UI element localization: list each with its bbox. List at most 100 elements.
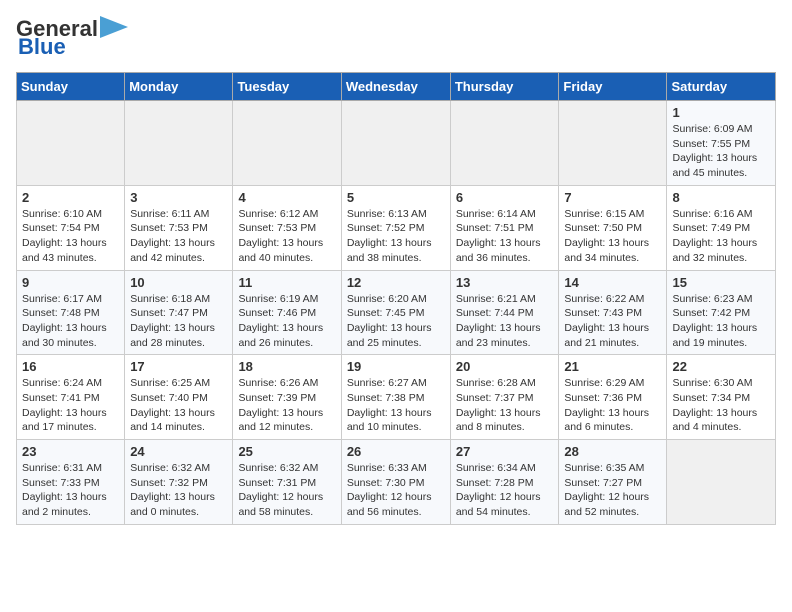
day-number: 22 bbox=[672, 359, 770, 374]
calendar-week-5: 23 Sunrise: 6:31 AM Sunset: 7:33 PM Dayli… bbox=[17, 440, 776, 525]
day-info: Sunrise: 6:27 AM Sunset: 7:38 PM Dayligh… bbox=[347, 376, 445, 435]
calendar-cell: 11 Sunrise: 6:19 AM Sunset: 7:46 PM Dayli… bbox=[233, 270, 341, 355]
calendar-cell: 26 Sunrise: 6:33 AM Sunset: 7:30 PM Dayli… bbox=[341, 440, 450, 525]
calendar-cell: 2Sunrise: 6:10 AM Sunset: 7:54 PM Daylig… bbox=[17, 185, 125, 270]
calendar-cell bbox=[667, 440, 776, 525]
day-number: 20 bbox=[456, 359, 554, 374]
page-header: General Blue bbox=[16, 16, 776, 60]
calendar-week-3: 9 Sunrise: 6:17 AM Sunset: 7:48 PM Daylig… bbox=[17, 270, 776, 355]
day-info: Sunrise: 6:33 AM Sunset: 7:30 PM Dayligh… bbox=[347, 461, 445, 520]
day-header-tuesday: Tuesday bbox=[233, 73, 341, 101]
day-header-thursday: Thursday bbox=[450, 73, 559, 101]
day-info: Sunrise: 6:22 AM Sunset: 7:43 PM Dayligh… bbox=[564, 292, 661, 351]
calendar-cell bbox=[17, 101, 125, 186]
day-number: 28 bbox=[564, 444, 661, 459]
calendar-cell bbox=[341, 101, 450, 186]
calendar-cell: 6 Sunrise: 6:14 AM Sunset: 7:51 PM Daylig… bbox=[450, 185, 559, 270]
calendar-cell: 1 Sunrise: 6:09 AM Sunset: 7:55 PM Daylig… bbox=[667, 101, 776, 186]
calendar-cell: 22 Sunrise: 6:30 AM Sunset: 7:34 PM Dayli… bbox=[667, 355, 776, 440]
logo: General Blue bbox=[16, 16, 128, 60]
calendar-cell: 4Sunrise: 6:12 AM Sunset: 7:53 PM Daylig… bbox=[233, 185, 341, 270]
day-info: Sunrise: 6:11 AM Sunset: 7:53 PM Dayligh… bbox=[130, 207, 227, 266]
day-number: 6 bbox=[456, 190, 554, 205]
day-number: 21 bbox=[564, 359, 661, 374]
day-info: Sunrise: 6:17 AM Sunset: 7:48 PM Dayligh… bbox=[22, 292, 119, 351]
calendar-cell: 28 Sunrise: 6:35 AM Sunset: 7:27 PM Dayli… bbox=[559, 440, 667, 525]
calendar-cell: 19 Sunrise: 6:27 AM Sunset: 7:38 PM Dayli… bbox=[341, 355, 450, 440]
day-info: Sunrise: 6:09 AM Sunset: 7:55 PM Dayligh… bbox=[672, 122, 770, 181]
day-info: Sunrise: 6:14 AM Sunset: 7:51 PM Dayligh… bbox=[456, 207, 554, 266]
day-info: Sunrise: 6:30 AM Sunset: 7:34 PM Dayligh… bbox=[672, 376, 770, 435]
day-number: 9 bbox=[22, 275, 119, 290]
calendar-cell: 15 Sunrise: 6:23 AM Sunset: 7:42 PM Dayli… bbox=[667, 270, 776, 355]
day-info: Sunrise: 6:35 AM Sunset: 7:27 PM Dayligh… bbox=[564, 461, 661, 520]
day-number: 10 bbox=[130, 275, 227, 290]
day-number: 27 bbox=[456, 444, 554, 459]
day-info: Sunrise: 6:18 AM Sunset: 7:47 PM Dayligh… bbox=[130, 292, 227, 351]
logo-blue: Blue bbox=[18, 34, 66, 60]
calendar-cell: 14 Sunrise: 6:22 AM Sunset: 7:43 PM Dayli… bbox=[559, 270, 667, 355]
day-header-sunday: Sunday bbox=[17, 73, 125, 101]
day-number: 1 bbox=[672, 105, 770, 120]
calendar-cell: 8 Sunrise: 6:16 AM Sunset: 7:49 PM Daylig… bbox=[667, 185, 776, 270]
day-number: 7 bbox=[564, 190, 661, 205]
day-info: Sunrise: 6:15 AM Sunset: 7:50 PM Dayligh… bbox=[564, 207, 661, 266]
calendar-cell: 9 Sunrise: 6:17 AM Sunset: 7:48 PM Daylig… bbox=[17, 270, 125, 355]
calendar-cell: 21 Sunrise: 6:29 AM Sunset: 7:36 PM Dayli… bbox=[559, 355, 667, 440]
day-info: Sunrise: 6:28 AM Sunset: 7:37 PM Dayligh… bbox=[456, 376, 554, 435]
calendar-cell: 18 Sunrise: 6:26 AM Sunset: 7:39 PM Dayli… bbox=[233, 355, 341, 440]
day-number: 4 bbox=[238, 190, 335, 205]
day-number: 14 bbox=[564, 275, 661, 290]
day-info: Sunrise: 6:24 AM Sunset: 7:41 PM Dayligh… bbox=[22, 376, 119, 435]
day-header-friday: Friday bbox=[559, 73, 667, 101]
calendar-header-row: SundayMondayTuesdayWednesdayThursdayFrid… bbox=[17, 73, 776, 101]
calendar-cell: 7 Sunrise: 6:15 AM Sunset: 7:50 PM Daylig… bbox=[559, 185, 667, 270]
day-info: Sunrise: 6:29 AM Sunset: 7:36 PM Dayligh… bbox=[564, 376, 661, 435]
day-number: 11 bbox=[238, 275, 335, 290]
calendar-cell: 20 Sunrise: 6:28 AM Sunset: 7:37 PM Dayli… bbox=[450, 355, 559, 440]
day-number: 15 bbox=[672, 275, 770, 290]
calendar-cell: 23 Sunrise: 6:31 AM Sunset: 7:33 PM Dayli… bbox=[17, 440, 125, 525]
day-info: Sunrise: 6:16 AM Sunset: 7:49 PM Dayligh… bbox=[672, 207, 770, 266]
calendar-week-2: 2Sunrise: 6:10 AM Sunset: 7:54 PM Daylig… bbox=[17, 185, 776, 270]
calendar-cell bbox=[559, 101, 667, 186]
day-number: 25 bbox=[238, 444, 335, 459]
day-number: 13 bbox=[456, 275, 554, 290]
calendar-cell: 12 Sunrise: 6:20 AM Sunset: 7:45 PM Dayli… bbox=[341, 270, 450, 355]
day-number: 19 bbox=[347, 359, 445, 374]
day-number: 18 bbox=[238, 359, 335, 374]
day-info: Sunrise: 6:19 AM Sunset: 7:46 PM Dayligh… bbox=[238, 292, 335, 351]
day-info: Sunrise: 6:20 AM Sunset: 7:45 PM Dayligh… bbox=[347, 292, 445, 351]
day-info: Sunrise: 6:23 AM Sunset: 7:42 PM Dayligh… bbox=[672, 292, 770, 351]
day-number: 17 bbox=[130, 359, 227, 374]
day-info: Sunrise: 6:32 AM Sunset: 7:31 PM Dayligh… bbox=[238, 461, 335, 520]
calendar-cell: 3Sunrise: 6:11 AM Sunset: 7:53 PM Daylig… bbox=[125, 185, 233, 270]
day-info: Sunrise: 6:31 AM Sunset: 7:33 PM Dayligh… bbox=[22, 461, 119, 520]
day-number: 8 bbox=[672, 190, 770, 205]
calendar-cell: 10 Sunrise: 6:18 AM Sunset: 7:47 PM Dayli… bbox=[125, 270, 233, 355]
calendar-cell bbox=[125, 101, 233, 186]
day-header-wednesday: Wednesday bbox=[341, 73, 450, 101]
logo-arrow-icon bbox=[100, 16, 128, 38]
day-number: 2 bbox=[22, 190, 119, 205]
day-header-saturday: Saturday bbox=[667, 73, 776, 101]
day-number: 16 bbox=[22, 359, 119, 374]
day-info: Sunrise: 6:26 AM Sunset: 7:39 PM Dayligh… bbox=[238, 376, 335, 435]
day-info: Sunrise: 6:34 AM Sunset: 7:28 PM Dayligh… bbox=[456, 461, 554, 520]
calendar-cell: 24 Sunrise: 6:32 AM Sunset: 7:32 PM Dayli… bbox=[125, 440, 233, 525]
day-number: 5 bbox=[347, 190, 445, 205]
day-number: 26 bbox=[347, 444, 445, 459]
calendar-cell: 5 Sunrise: 6:13 AM Sunset: 7:52 PM Daylig… bbox=[341, 185, 450, 270]
day-number: 23 bbox=[22, 444, 119, 459]
day-number: 24 bbox=[130, 444, 227, 459]
day-info: Sunrise: 6:21 AM Sunset: 7:44 PM Dayligh… bbox=[456, 292, 554, 351]
day-number: 12 bbox=[347, 275, 445, 290]
day-header-monday: Monday bbox=[125, 73, 233, 101]
calendar-body: 1 Sunrise: 6:09 AM Sunset: 7:55 PM Daylig… bbox=[17, 101, 776, 525]
calendar-cell: 17Sunrise: 6:25 AM Sunset: 7:40 PM Dayli… bbox=[125, 355, 233, 440]
calendar-table: SundayMondayTuesdayWednesdayThursdayFrid… bbox=[16, 72, 776, 525]
day-info: Sunrise: 6:32 AM Sunset: 7:32 PM Dayligh… bbox=[130, 461, 227, 520]
calendar-cell bbox=[233, 101, 341, 186]
calendar-week-1: 1 Sunrise: 6:09 AM Sunset: 7:55 PM Daylig… bbox=[17, 101, 776, 186]
day-info: Sunrise: 6:13 AM Sunset: 7:52 PM Dayligh… bbox=[347, 207, 445, 266]
